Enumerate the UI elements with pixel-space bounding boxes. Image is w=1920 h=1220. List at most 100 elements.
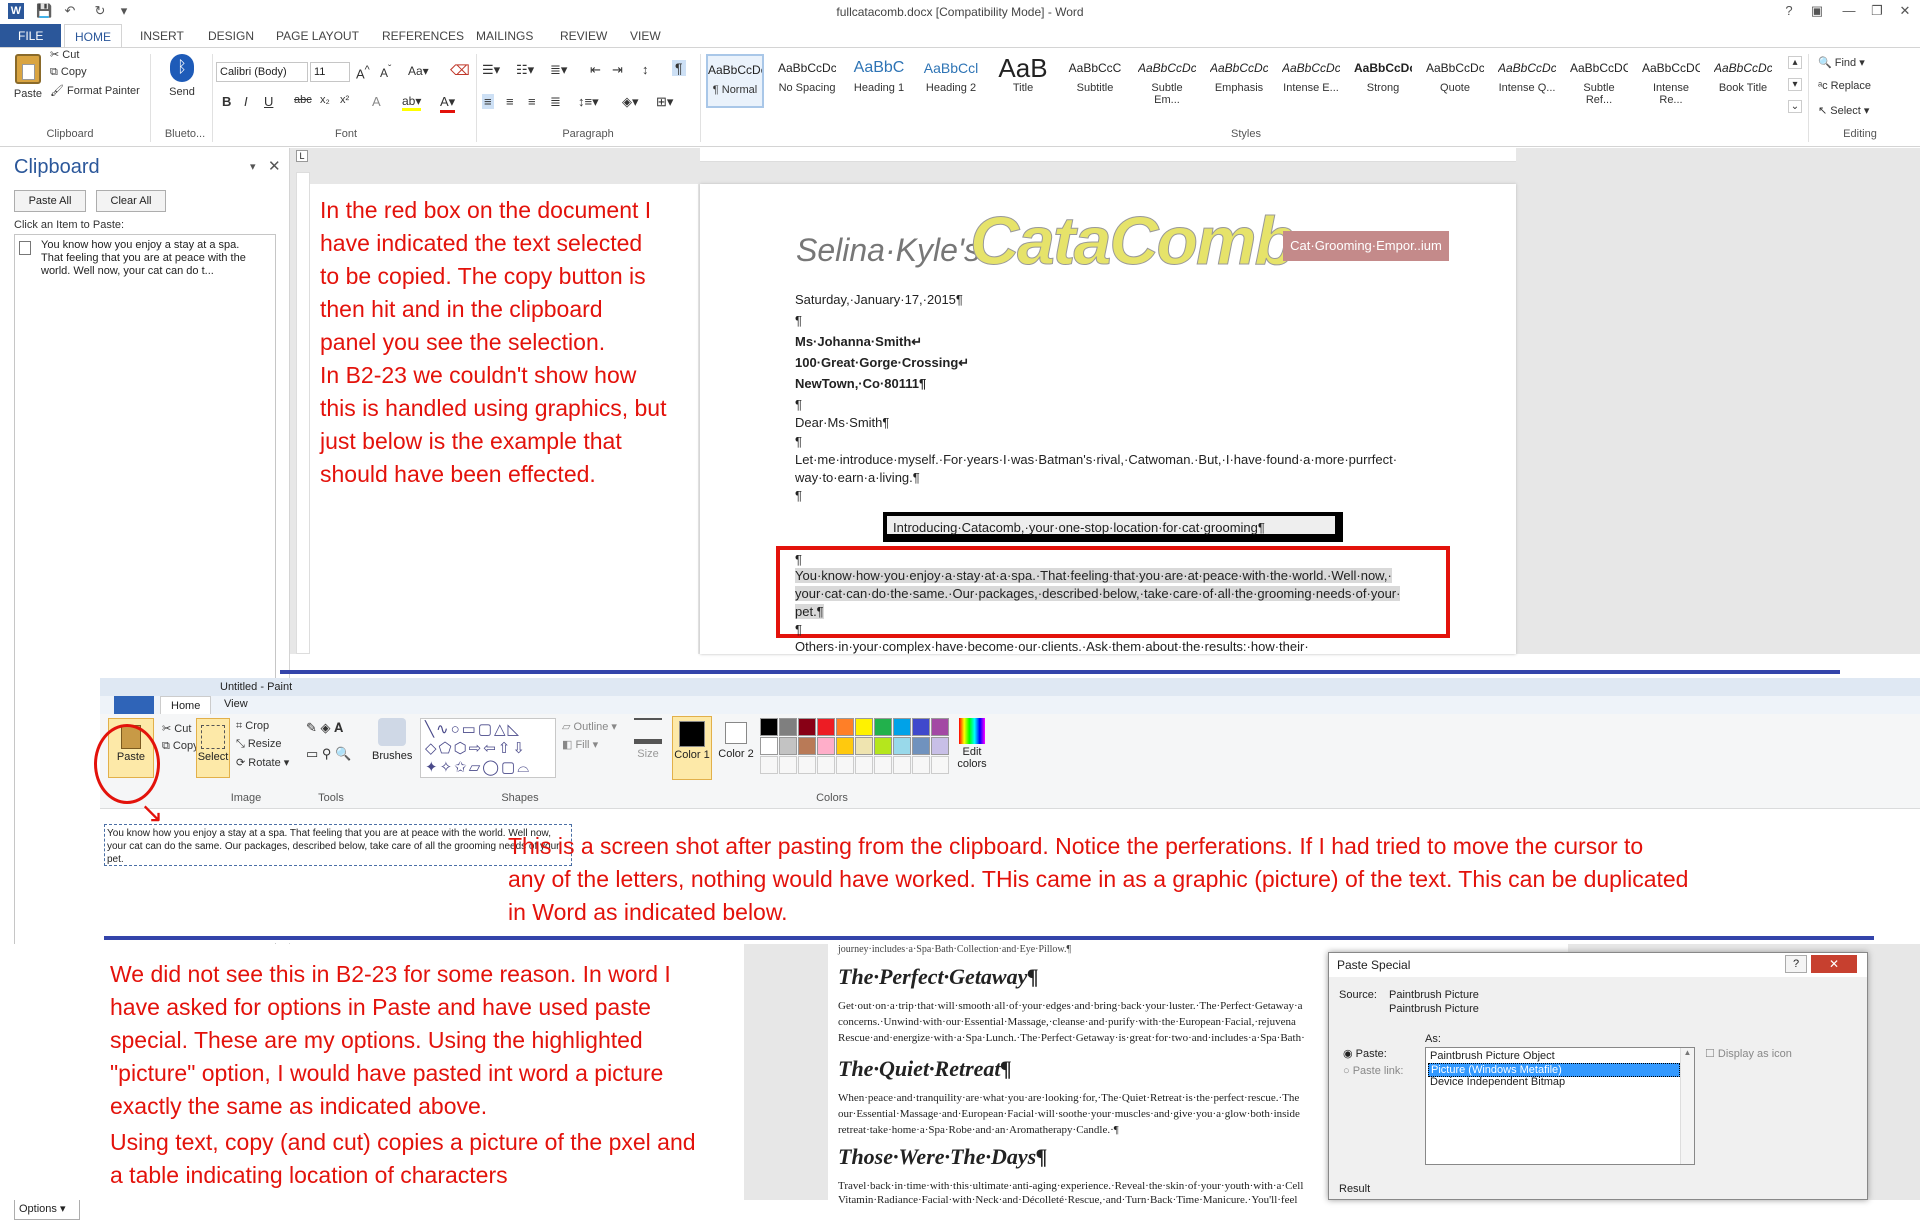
style-tile[interactable]: AaBbCcDc No Spacing (778, 54, 836, 108)
paste-radio[interactable]: ◉ Paste: (1343, 1047, 1387, 1060)
paint-file-tab[interactable] (114, 696, 154, 714)
dialog-close-button[interactable]: ✕ (1811, 955, 1857, 973)
increase-indent-icon[interactable]: ⇥ (612, 62, 623, 78)
shading-icon[interactable]: ◈▾ (622, 94, 639, 110)
find-button[interactable]: 🔍 Find ▾ (1818, 56, 1865, 69)
align-left-icon[interactable]: ≡ (482, 94, 494, 109)
palette-swatch[interactable] (874, 737, 892, 755)
paint-rotate-button[interactable]: ⟳ Rotate ▾ (236, 756, 289, 769)
dialog-help-button[interactable]: ? (1785, 955, 1807, 973)
style-tile[interactable]: AaBbCcl Heading 2 (922, 54, 980, 108)
style-tile[interactable]: AaBbCcDc Intense Q... (1498, 54, 1556, 108)
line-spacing-icon[interactable]: ↕≡▾ (578, 94, 599, 110)
clear-formatting-icon[interactable]: ⌫ (450, 62, 470, 79)
options-button[interactable]: Options ▾ (14, 1198, 80, 1220)
tab-review[interactable]: REVIEW (550, 24, 617, 48)
style-tile[interactable]: AaBbCcDc Subtle Em... (1138, 54, 1196, 108)
style-tile[interactable]: AaBbCcDc Strong (1354, 54, 1412, 108)
underline-icon[interactable]: U (264, 94, 273, 109)
size-button[interactable]: Size (628, 718, 668, 760)
font-size-combo[interactable]: 11 (310, 62, 350, 82)
text-effects-icon[interactable]: A (372, 94, 381, 109)
bluetooth-send-button[interactable]: ᛒ Send (162, 54, 202, 98)
palette-swatch[interactable] (779, 718, 797, 736)
clear-all-button[interactable]: Clear All (96, 190, 166, 212)
paint-crop-button[interactable]: ⌗ Crop (236, 720, 269, 733)
borders-icon[interactable]: ⊞▾ (656, 94, 673, 110)
highlight-icon[interactable]: ab▾ (402, 94, 422, 111)
fill-button[interactable]: ◧ Fill ▾ (562, 738, 598, 751)
replace-button[interactable]: ᵃc Replace (1818, 80, 1871, 92)
paint-resize-button[interactable]: ⤡ Resize (236, 738, 281, 751)
style-tile[interactable]: AaBbCcDc Emphasis (1210, 54, 1268, 108)
change-case-icon[interactable]: Aa▾ (408, 64, 429, 78)
style-tile[interactable]: AaB Title (994, 54, 1052, 108)
grow-font-icon[interactable]: A^ (356, 64, 370, 81)
style-tile[interactable]: AaBbCcDc Book Title (1714, 54, 1772, 108)
palette-swatch[interactable] (798, 737, 816, 755)
palette-swatch-empty[interactable] (760, 756, 778, 774)
paint-cut-button[interactable]: ✂ Cut (162, 722, 191, 735)
as-option-selected[interactable]: Picture (Windows Metafile) (1428, 1063, 1680, 1077)
sort-icon[interactable]: ↕ (642, 62, 649, 77)
numbering-icon[interactable]: ☷▾ (516, 62, 534, 78)
superscript-icon[interactable]: x² (340, 94, 349, 106)
paste-link-radio[interactable]: ○ Paste link: (1343, 1065, 1403, 1077)
ribbon-display-icon[interactable]: ▣ (1806, 2, 1828, 20)
shapes-gallery[interactable]: ╲∿○▭▢△◺ ◇⬠⬡⇨⇦⇧⇩ ✦✧✩▱◯▢⌓ (420, 718, 556, 778)
palette-swatch-empty[interactable] (817, 756, 835, 774)
strikethrough-icon[interactable]: abc (294, 94, 312, 106)
palette-swatch[interactable] (931, 737, 949, 755)
shrink-font-icon[interactable]: Aˇ (380, 64, 391, 80)
display-as-icon-checkbox[interactable]: ☐ Display as icon (1705, 1047, 1792, 1060)
palette-swatch-empty[interactable] (836, 756, 854, 774)
styles-more-icon[interactable]: ⌄ (1788, 100, 1802, 113)
palette-swatch[interactable] (817, 737, 835, 755)
tab-home[interactable]: HOME (64, 24, 122, 48)
as-option[interactable]: Device Independent Bitmap (1428, 1076, 1680, 1088)
palette-swatch[interactable] (855, 737, 873, 755)
minimize-icon[interactable]: — (1838, 2, 1860, 20)
tab-insert[interactable]: INSERT (130, 24, 194, 48)
tab-mailings[interactable]: MAILINGS (466, 24, 543, 48)
color2-button[interactable]: Color 2 (716, 716, 756, 780)
style-tile[interactable]: AaBbCcDc Intense E... (1282, 54, 1340, 108)
as-option[interactable]: Paintbrush Picture Object (1428, 1050, 1680, 1062)
eraser-icon[interactable]: ▭ ⚲ 🔍 (306, 746, 351, 762)
pasted-picture[interactable]: You know how you enjoy a stay at a spa. … (104, 824, 572, 866)
palette-swatch[interactable] (931, 718, 949, 736)
align-center-icon[interactable]: ≡ (506, 94, 514, 109)
palette-swatch[interactable] (893, 718, 911, 736)
palette-swatch[interactable] (855, 718, 873, 736)
palette-swatch-empty[interactable] (779, 756, 797, 774)
style-tile[interactable]: AaBbCcC Subtitle (1066, 54, 1124, 108)
font-name-combo[interactable]: Calibri (Body) (216, 62, 308, 82)
copy-button[interactable]: ⧉ Copy (50, 66, 87, 79)
styles-scroll-down-icon[interactable]: ▾ (1788, 78, 1802, 91)
palette-swatch-empty[interactable] (798, 756, 816, 774)
bold-icon[interactable]: B (222, 94, 231, 109)
outline-button[interactable]: ▱ Outline ▾ (562, 720, 617, 733)
select-button[interactable]: ↖ Select ▾ (1818, 104, 1869, 117)
palette-swatch[interactable] (836, 718, 854, 736)
palette-swatch-empty[interactable] (855, 756, 873, 774)
clipboard-item[interactable]: You know how you enjoy a stay at a spa. … (41, 239, 263, 278)
italic-icon[interactable]: I (244, 94, 248, 109)
palette-swatch-empty[interactable] (893, 756, 911, 774)
style-tile[interactable]: AaBbCcDC Intense Re... (1642, 54, 1700, 108)
palette-swatch[interactable] (779, 737, 797, 755)
cut-button[interactable]: ✂ Cut (50, 48, 79, 61)
bullets-icon[interactable]: ☰▾ (482, 62, 500, 78)
font-color-icon[interactable]: A▾ (440, 94, 456, 113)
justify-icon[interactable]: ≣ (550, 94, 561, 110)
tab-references[interactable]: REFERENCES (372, 24, 474, 48)
paste-button[interactable]: Paste (10, 54, 46, 114)
tab-design[interactable]: DESIGN (198, 24, 264, 48)
paint-copy-button[interactable]: ⧉ Copy (162, 740, 199, 753)
palette-swatch[interactable] (893, 737, 911, 755)
format-painter-button[interactable]: 🖌 Format Painter (50, 84, 140, 97)
close-icon[interactable]: ✕ (1894, 2, 1916, 20)
multilevel-list-icon[interactable]: ≣▾ (550, 62, 567, 78)
paint-tab-home[interactable]: Home (160, 696, 212, 714)
palette-swatch[interactable] (874, 718, 892, 736)
